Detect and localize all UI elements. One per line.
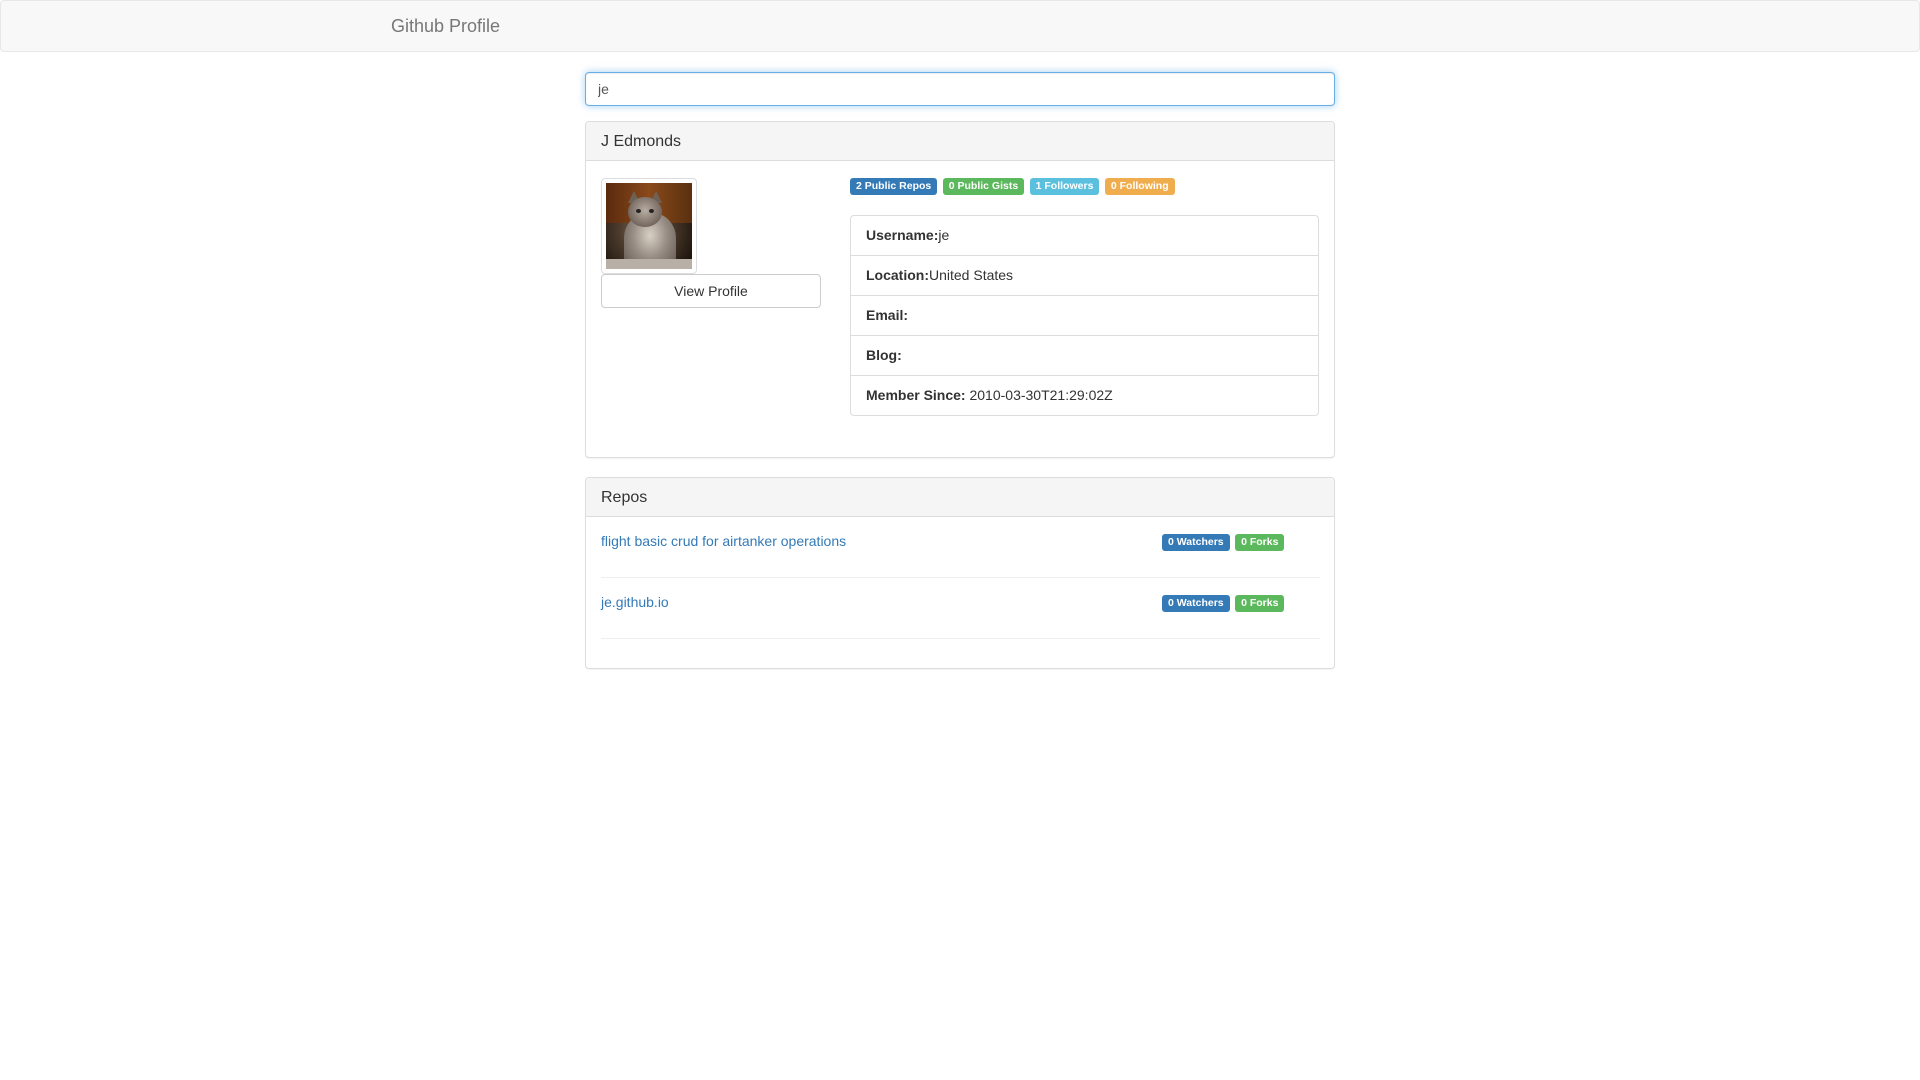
repo-badges: 0 Watchers 0 Forks: [1162, 534, 1285, 552]
profile-name: J Edmonds: [586, 122, 1334, 161]
blog-label: Blog:: [866, 347, 902, 363]
member-since-label: Member Since:: [866, 387, 966, 403]
repo-badges: 0 Watchers 0 Forks: [1162, 595, 1285, 613]
email-label: Email:: [866, 307, 909, 323]
location-row: Location:United States: [850, 255, 1319, 296]
watchers-badge: 0 Watchers: [1162, 534, 1230, 551]
cat-photo-avatar-image: [606, 183, 692, 269]
public-repos-badge: 2 Public Repos: [850, 178, 938, 195]
profile-details-list: Username:je Location:United States Email…: [850, 215, 1319, 416]
repo-row: je.github.io 0 Watchers 0 Forks: [601, 578, 1320, 639]
repo-link[interactable]: flight basic crud for airtanker operatio…: [601, 532, 846, 550]
followers-badge: 1 Followers: [1029, 178, 1100, 195]
avatar: [601, 178, 697, 274]
location-label: Location:: [866, 267, 929, 283]
public-gists-badge: 0 Public Gists: [942, 178, 1025, 195]
username-value: je: [938, 227, 950, 243]
username-label: Username:: [866, 227, 939, 243]
profile-panel: J Edmonds View Profile 2 Public Repos 0 …: [585, 121, 1335, 458]
watchers-badge: 0 Watchers: [1162, 595, 1230, 612]
repo-link[interactable]: je.github.io: [601, 593, 669, 611]
member-since-value: 2010-03-30T21:29:02Z: [965, 387, 1113, 403]
repo-row: flight basic crud for airtanker operatio…: [601, 517, 1320, 578]
member-since-row: Member Since: 2010-03-30T21:29:02Z: [850, 375, 1319, 416]
forks-badge: 0 Forks: [1235, 534, 1285, 551]
email-row: Email:: [850, 295, 1319, 336]
view-profile-button[interactable]: View Profile: [601, 274, 821, 308]
following-badge: 0 Following: [1104, 178, 1175, 195]
location-value: United States: [929, 267, 1014, 283]
username-row: Username:je: [850, 215, 1319, 256]
blog-row: Blog:: [850, 335, 1319, 376]
navbar: Github Profile: [0, 0, 1920, 52]
search-input[interactable]: [585, 72, 1335, 106]
repos-heading: Repos: [586, 478, 1334, 517]
profile-badges: 2 Public Repos 0 Public Gists 1 Follower…: [850, 178, 1176, 196]
navbar-brand[interactable]: Github Profile: [391, 16, 500, 36]
repos-panel: Repos flight basic crud for airtanker op…: [585, 477, 1335, 669]
forks-badge: 0 Forks: [1235, 595, 1285, 612]
